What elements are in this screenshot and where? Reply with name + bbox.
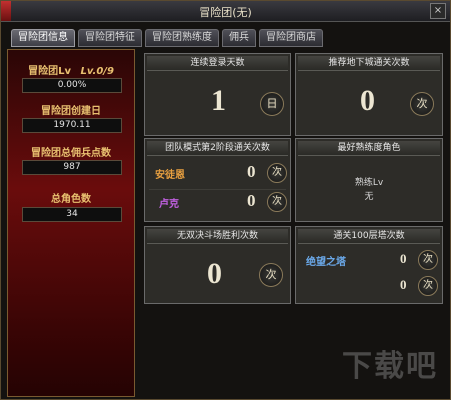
count-unit-badge: 次 — [267, 163, 287, 183]
panel-tower-clears: 通关100层塔次数 绝望之塔 0 次 0 次 — [295, 226, 443, 304]
level-progress: 0.00% — [22, 78, 122, 93]
tab-guild-shop[interactable]: 冒险团商店 — [259, 29, 323, 47]
tab-mercenary[interactable]: 佣兵 — [222, 29, 256, 47]
character-count-value: 34 — [22, 207, 122, 222]
panel-best-character: 最好熟练度角色 熟练Lv 无 — [295, 138, 443, 222]
created-label: 冒险团创建日 — [41, 106, 101, 117]
panel-login-days: 连续登录天数 1 日 — [144, 53, 291, 136]
day-unit-badge: 日 — [260, 92, 284, 116]
title-bar[interactable]: 冒险团(无) × — [1, 1, 450, 22]
best-character-name: 无 — [364, 192, 374, 202]
watermark-logo: 下载吧 — [342, 349, 438, 384]
level-value: Lv.0/9 — [80, 66, 114, 77]
tab-guild-info[interactable]: 冒险团信息 — [11, 29, 75, 47]
tab-bar: 冒险团信息 冒险团特征 冒险团熟练度 佣兵 冒险团商店 — [11, 29, 323, 47]
panel-title: 通关100层塔次数 — [298, 229, 440, 244]
anton-clears-value: 0 — [247, 162, 256, 181]
close-icon[interactable]: × — [430, 3, 446, 19]
wushuang-wins-value: 0 — [207, 257, 222, 290]
tower-clears-value: 0 — [400, 277, 407, 292]
window-title: 冒险团(无) — [199, 6, 252, 19]
panel-title: 推荐地下城通关次数 — [298, 56, 440, 71]
panel-title: 最好熟练度角色 — [298, 141, 440, 156]
mercenary-points-value: 987 — [22, 160, 122, 175]
raid-name-anton: 安徒恩 — [155, 170, 185, 181]
proficiency-level-label: 熟练Lv — [354, 178, 384, 188]
mercenary-points-label: 冒险团总佣兵点数 — [31, 148, 111, 159]
level-row: 冒险团Lv Lv.0/9 — [8, 62, 134, 77]
count-unit-badge: 次 — [259, 263, 283, 287]
count-unit-badge: 次 — [267, 192, 287, 212]
tab-guild-traits[interactable]: 冒险团特征 — [78, 29, 142, 47]
guild-summary-panel: 冒险团Lv Lv.0/9 0.00% 冒险团创建日 1970.11 冒险团总佣兵… — [7, 49, 135, 397]
tab-guild-proficiency[interactable]: 冒险团熟练度 — [145, 29, 219, 47]
dungeon-clears-value: 0 — [360, 84, 375, 117]
panel-dungeon-clears: 推荐地下城通关次数 0 次 — [295, 53, 443, 136]
count-unit-badge: 次 — [418, 250, 438, 270]
divider — [149, 189, 286, 190]
count-unit-badge: 次 — [418, 276, 438, 296]
guild-window: 冒险团(无) × 冒险团信息 冒险团特征 冒险团熟练度 佣兵 冒险团商店 冒险团… — [0, 0, 451, 400]
created-value: 1970.11 — [22, 118, 122, 133]
tower-name-despair: 绝望之塔 — [306, 257, 346, 268]
character-count-label: 总角色数 — [51, 194, 91, 205]
despair-clears-value: 0 — [400, 251, 407, 266]
panel-team-mode: 团队模式第2阶段通关次数 安徒恩 0 次 卢克 0 次 — [144, 138, 291, 222]
count-unit-badge: 次 — [410, 92, 434, 116]
panel-title: 连续登录天数 — [147, 56, 288, 71]
luke-clears-value: 0 — [247, 191, 256, 210]
panel-title: 团队模式第2阶段通关次数 — [147, 141, 288, 156]
login-days-value: 1 — [211, 84, 226, 117]
raid-name-luke: 卢克 — [159, 199, 179, 210]
level-label: 冒险团Lv — [28, 66, 71, 77]
panel-wushuang: 无双决斗场胜利次数 0 次 — [144, 226, 291, 304]
panel-title: 无双决斗场胜利次数 — [147, 229, 288, 244]
